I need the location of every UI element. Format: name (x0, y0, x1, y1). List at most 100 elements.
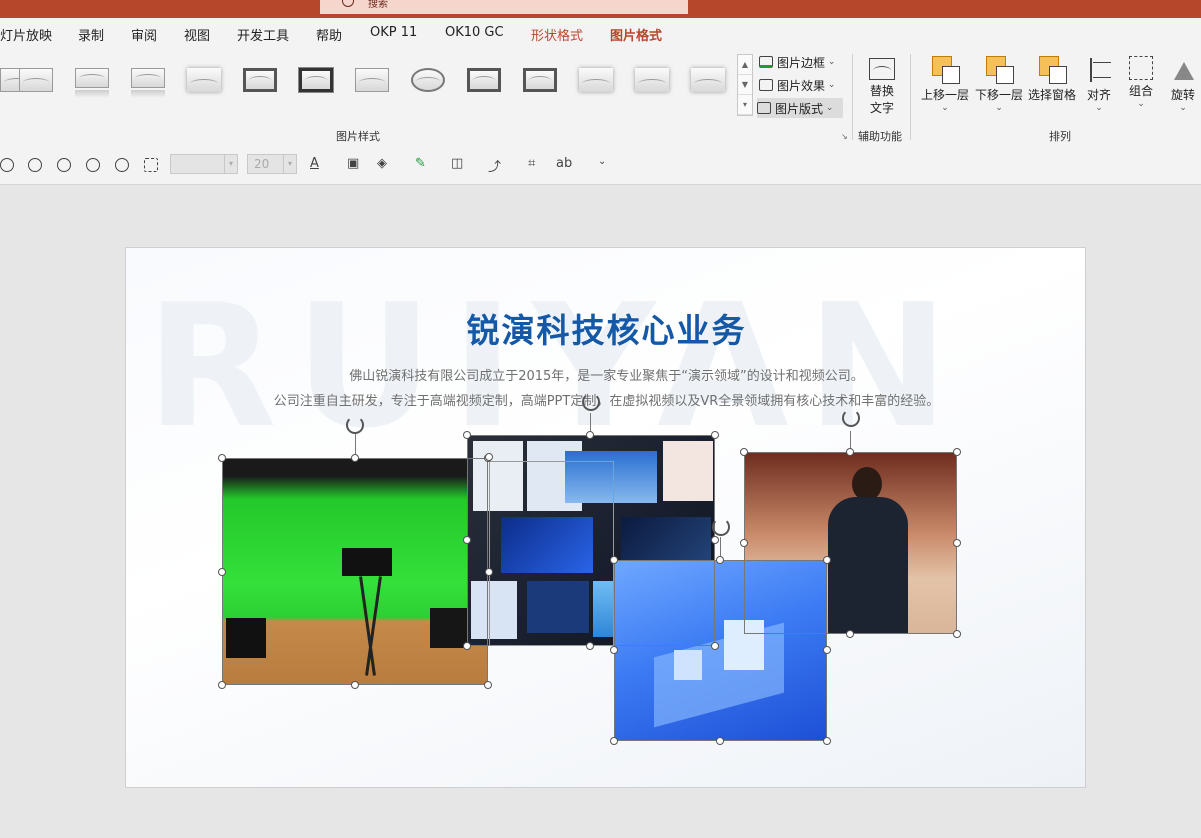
picture-style-thumb[interactable] (465, 66, 505, 98)
group-button[interactable]: 组合 ⌄ (1124, 56, 1158, 109)
resize-handle[interactable] (711, 536, 719, 544)
tab-picture-format[interactable]: 图片格式 (610, 25, 663, 50)
resize-handle[interactable] (218, 568, 226, 576)
tab-record[interactable]: 录制 (78, 25, 104, 44)
shape-icon[interactable] (0, 158, 14, 172)
align-button[interactable]: 对齐 ⌄ (1082, 56, 1116, 113)
rotate-handle-icon[interactable] (842, 409, 860, 427)
picture-style-thumb[interactable] (129, 66, 169, 98)
rotate-button[interactable]: 旋转 ⌄ (1166, 56, 1200, 113)
resize-handle[interactable] (953, 539, 961, 547)
change-picture-icon[interactable]: ⤴ (488, 156, 501, 175)
resize-handle[interactable] (351, 454, 359, 462)
resize-handle[interactable] (463, 431, 471, 439)
tab-slideshow[interactable]: 灯片放映 (0, 25, 52, 44)
edit-shape-icon[interactable] (144, 158, 158, 172)
resize-handle[interactable] (484, 681, 492, 689)
resize-handle[interactable] (610, 646, 618, 654)
crop-icon[interactable]: ⌗ (528, 156, 535, 171)
slide-canvas[interactable]: RUIYAN 锐演科技核心业务 佛山锐演科技有限公司成立于2015年，是一家专业… (125, 247, 1086, 788)
resize-handle[interactable] (716, 556, 724, 564)
picture-style-thumb[interactable] (409, 66, 449, 98)
resize-handle[interactable] (823, 646, 831, 654)
tab-shape-format[interactable]: 形状格式 (531, 25, 583, 44)
resize-handle[interactable] (218, 454, 226, 462)
picture-style-thumb[interactable] (185, 66, 225, 98)
resize-handle[interactable] (218, 681, 226, 689)
slide-description-line1[interactable]: 佛山锐演科技有限公司成立于2015年，是一家专业聚焦于“演示领域”的设计和视频公… (126, 365, 1085, 384)
effects-icon (759, 79, 773, 91)
font-name-box[interactable]: ▾ (170, 154, 238, 174)
fill-color-icon[interactable]: ◈ (377, 156, 387, 171)
resize-handle[interactable] (716, 737, 724, 745)
resize-handle[interactable] (610, 556, 618, 564)
dialog-launcher-icon[interactable]: ↘ (841, 132, 848, 141)
resize-handle[interactable] (953, 448, 961, 456)
resize-handle[interactable] (846, 630, 854, 638)
shape-icon[interactable] (57, 158, 71, 172)
selection-pane-button[interactable]: 选择窗格 (1026, 56, 1078, 103)
tab-view[interactable]: 视图 (184, 25, 210, 44)
resize-handle[interactable] (740, 539, 748, 547)
tab-ok10gc[interactable]: OK10 GC (445, 25, 504, 40)
group-divider (852, 54, 853, 140)
ribbon: ▲ ▼ ▾ 图片边框 ⌄ 图片效果 ⌄ 图片版式 ⌄ 图片样式 ↘ 替换 文字 … (0, 48, 1201, 146)
resize-handle[interactable] (953, 630, 961, 638)
gallery-up-icon[interactable]: ▲ (738, 55, 752, 75)
font-size-box[interactable]: 20 ▾ (247, 154, 297, 174)
tab-review[interactable]: 审阅 (131, 25, 157, 44)
rotate-handle-icon[interactable] (582, 393, 600, 411)
shape-icon[interactable] (115, 158, 129, 172)
outline-color-icon[interactable]: ✎ (415, 156, 426, 171)
resize-handle[interactable] (463, 536, 471, 544)
shape-fill-icon[interactable]: ◫ (451, 156, 463, 171)
picture-style-thumb[interactable] (241, 66, 281, 98)
rotate-handle-icon[interactable] (712, 518, 730, 536)
resize-handle[interactable] (610, 737, 618, 745)
picture-style-thumb[interactable] (689, 66, 729, 98)
picture-border-button[interactable]: 图片边框 ⌄ (759, 52, 835, 72)
resize-handle[interactable] (711, 431, 719, 439)
tab-developer[interactable]: 开发工具 (237, 25, 289, 44)
tab-help[interactable]: 帮助 (316, 25, 342, 44)
resize-handle[interactable] (823, 737, 831, 745)
shape-icon[interactable] (86, 158, 100, 172)
send-backward-button[interactable]: 下移一层 ⌄ (974, 56, 1024, 113)
accessibility-group-label: 辅助功能 (858, 130, 902, 143)
ribbon-tabs: 灯片放映 录制 审阅 视图 开发工具 帮助 OKP 11 OK10 GC 形状格… (0, 18, 1201, 50)
gallery-scrollbar[interactable]: ▲ ▼ ▾ (737, 54, 753, 116)
more-icon[interactable]: ⌄ (598, 156, 606, 167)
gallery-more-icon[interactable]: ▾ (738, 95, 752, 115)
slide-description-line2[interactable]: 公司注重自主研发，专注于高端视频定制，高端PPT定制，在虚拟视频以及VR全景领域… (126, 390, 1085, 409)
rotate-handle-icon[interactable] (346, 416, 364, 434)
resize-handle[interactable] (485, 568, 493, 576)
picture-style-thumb[interactable] (353, 66, 393, 98)
resize-handle[interactable] (711, 642, 719, 650)
resize-handle[interactable] (351, 681, 359, 689)
resize-handle[interactable] (586, 431, 594, 439)
resize-handle[interactable] (823, 556, 831, 564)
picture-layout-button[interactable]: 图片版式 ⌄ (757, 98, 843, 118)
text-box-icon[interactable]: ▣ (347, 156, 359, 171)
resize-handle[interactable] (463, 642, 471, 650)
slide-title[interactable]: 锐演科技核心业务 (126, 304, 1085, 352)
text-effect-icon[interactable]: ab (556, 156, 572, 171)
resize-handle[interactable] (740, 448, 748, 456)
picture-style-thumb[interactable] (633, 66, 673, 98)
picture-style-thumb[interactable] (577, 66, 617, 98)
gallery-down-icon[interactable]: ▼ (738, 75, 752, 95)
resize-handle[interactable] (485, 453, 493, 461)
picture-style-thumb[interactable] (17, 66, 57, 98)
shape-icon[interactable] (28, 158, 42, 172)
font-color-icon[interactable]: A (310, 156, 319, 171)
picture-effects-button[interactable]: 图片效果 ⌄ (759, 75, 835, 95)
picture-style-thumb[interactable] (297, 66, 337, 98)
bring-forward-button[interactable]: 上移一层 ⌄ (920, 56, 970, 113)
picture-style-thumb[interactable] (73, 66, 113, 98)
resize-handle[interactable] (586, 642, 594, 650)
tab-okp11[interactable]: OKP 11 (370, 25, 417, 40)
search-box[interactable]: 搜索 (320, 0, 688, 14)
resize-handle[interactable] (846, 448, 854, 456)
picture-style-thumb[interactable] (521, 66, 561, 98)
alt-text-button[interactable]: 替换 文字 (862, 58, 902, 116)
